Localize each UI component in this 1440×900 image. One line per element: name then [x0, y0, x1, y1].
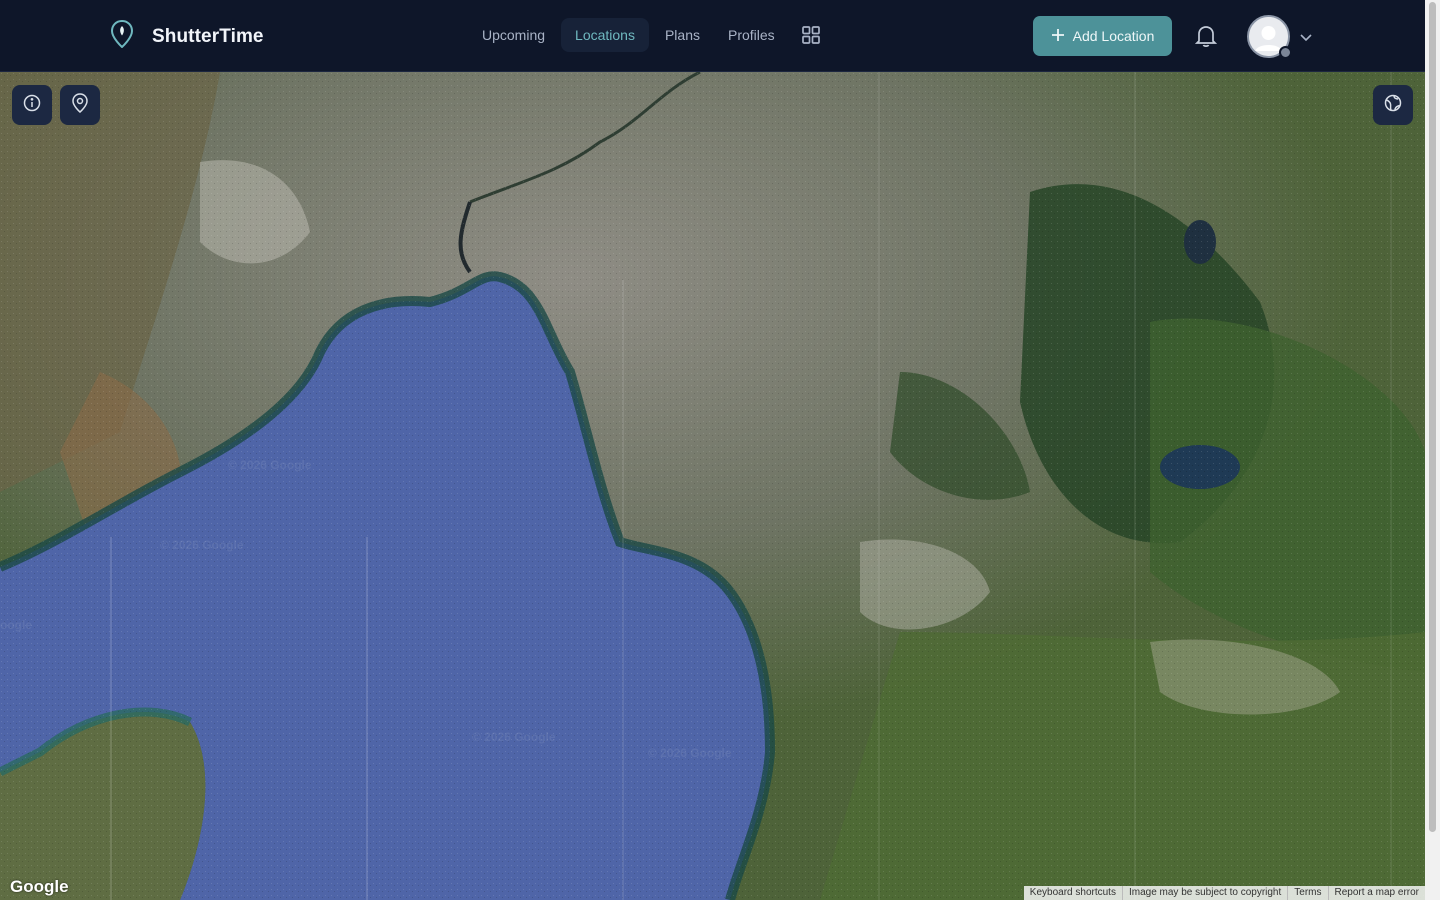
map-watermark: oogle — [0, 618, 32, 632]
settings-badge-icon — [1279, 46, 1292, 59]
map-info-button[interactable] — [12, 85, 52, 125]
copyright-notice: Image may be subject to copyright — [1121, 886, 1287, 900]
top-navigation-bar: ShutterTime Upcoming Locations Plans Pro… — [0, 0, 1425, 72]
terms-link[interactable]: Terms — [1287, 886, 1327, 900]
nav-upcoming[interactable]: Upcoming — [468, 18, 559, 52]
map-watermark: © 2026 Google — [228, 458, 312, 472]
map-pin-icon — [110, 19, 134, 53]
grid-icon[interactable] — [795, 19, 827, 51]
main-nav: Upcoming Locations Plans Profiles — [468, 18, 827, 52]
brand[interactable]: ShutterTime — [110, 19, 264, 53]
nav-plans[interactable]: Plans — [651, 18, 714, 52]
app-name: ShutterTime — [152, 25, 264, 47]
info-icon — [23, 94, 41, 117]
nav-profiles[interactable]: Profiles — [714, 18, 789, 52]
bell-icon[interactable] — [1194, 24, 1218, 53]
google-logo: Google — [10, 877, 69, 896]
map-watermark: © 2026 Google — [648, 746, 732, 760]
scrollbar-thumb[interactable] — [1429, 2, 1436, 832]
map-type-button[interactable] — [1373, 85, 1413, 125]
globe-icon — [1384, 94, 1402, 117]
map-watermark: © 2026 Google — [160, 538, 244, 552]
satellite-map[interactable]: © 2026 Google © 2026 Google © 2026 Googl… — [0, 72, 1425, 900]
map-watermark: © 2026 Google — [472, 730, 556, 744]
nav-locations[interactable]: Locations — [561, 18, 649, 52]
add-location-label: Add Location — [1072, 28, 1155, 44]
report-error-link[interactable]: Report a map error — [1327, 886, 1425, 900]
plus-icon — [1051, 28, 1065, 45]
page-scrollbar[interactable] — [1425, 0, 1440, 900]
map-locate-button[interactable] — [60, 85, 100, 125]
map-attribution: Keyboard shortcuts Image may be subject … — [1023, 886, 1425, 900]
chevron-down-icon[interactable] — [1299, 30, 1313, 48]
keyboard-shortcuts-link[interactable]: Keyboard shortcuts — [1024, 886, 1122, 900]
add-location-button[interactable]: Add Location — [1033, 16, 1172, 56]
map-imagery — [0, 72, 1425, 900]
location-pin-icon — [71, 92, 89, 118]
